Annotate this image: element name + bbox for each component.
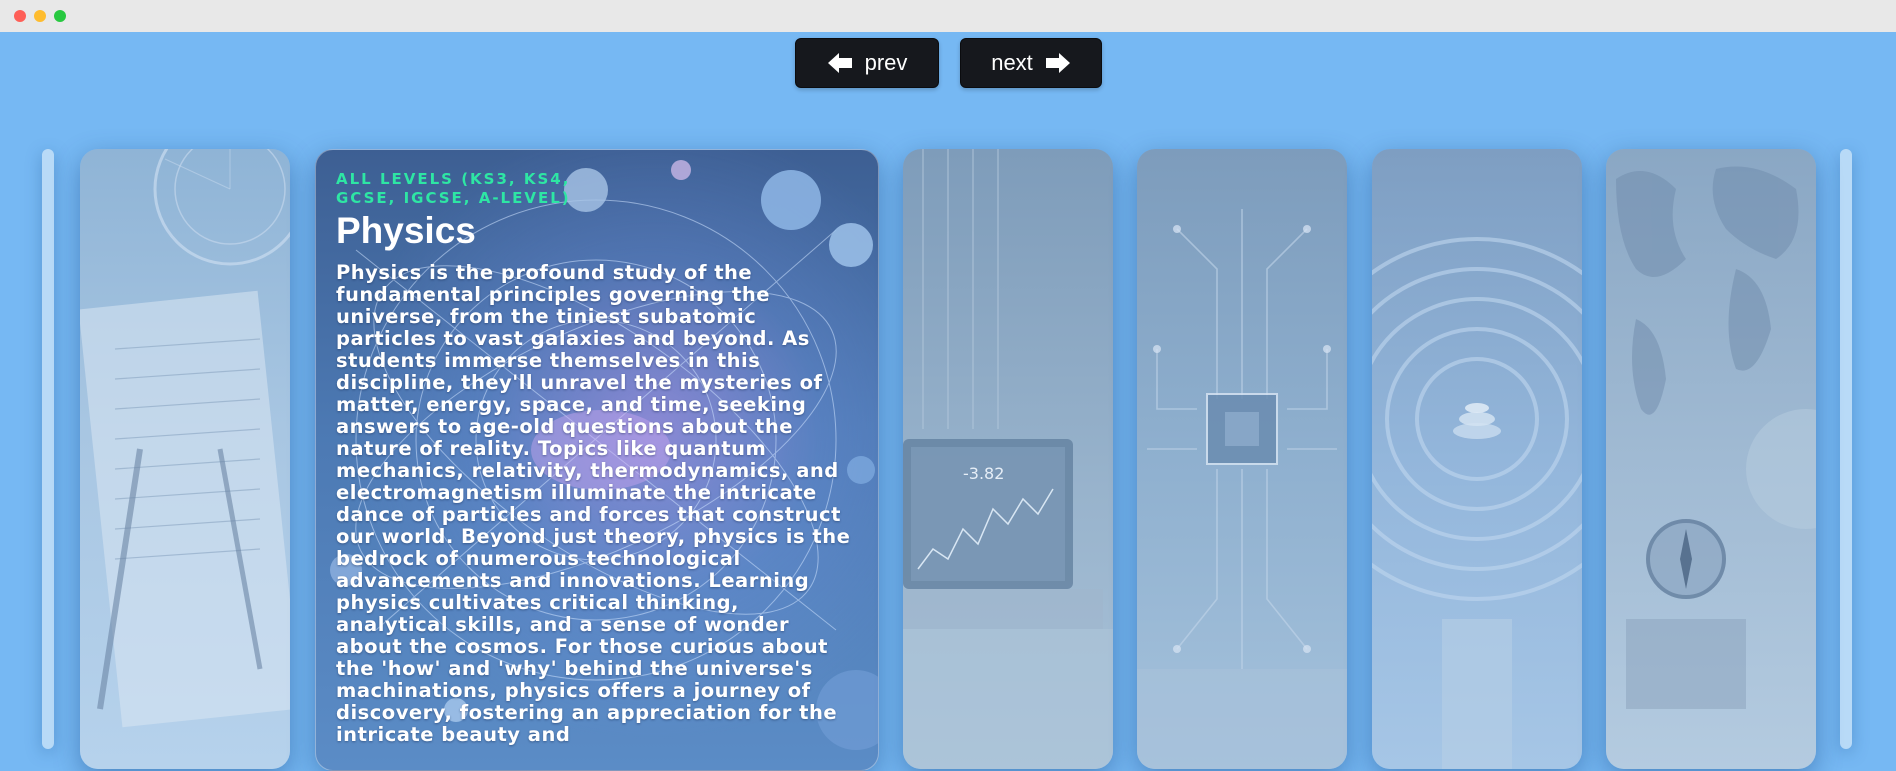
arrow-left-icon bbox=[827, 53, 852, 73]
next-label: next bbox=[991, 50, 1033, 75]
prev-button[interactable]: prev bbox=[795, 38, 939, 88]
course-levels: ALL LEVELS (KS3, KS4, GCSE, IGCSE, A-LEV… bbox=[336, 170, 571, 207]
maximize-window-button[interactable] bbox=[54, 10, 66, 22]
course-card-mathematics[interactable] bbox=[80, 149, 290, 769]
carousel-edge-right bbox=[1840, 149, 1852, 749]
physics-card-content: ALL LEVELS (KS3, KS4, GCSE, IGCSE, A-LEV… bbox=[336, 170, 856, 746]
maze-image bbox=[1372, 237, 1582, 769]
course-title: Physics bbox=[336, 210, 476, 251]
window-titlebar bbox=[0, 0, 1896, 32]
arrow-right-icon bbox=[1045, 53, 1070, 73]
course-card-geography[interactable] bbox=[1606, 149, 1816, 769]
chart-readout: -3.82 bbox=[963, 464, 1004, 483]
world-map-image bbox=[1616, 166, 1816, 709]
course-card-physics[interactable]: ALL LEVELS (KS3, KS4, GCSE, IGCSE, A-LEV… bbox=[315, 149, 879, 771]
next-button[interactable]: next bbox=[960, 38, 1102, 88]
course-card-economics[interactable]: -3.82 bbox=[903, 149, 1113, 769]
math-notebook-image bbox=[80, 149, 290, 728]
carousel-edge-left bbox=[42, 149, 54, 749]
course-card-psychology[interactable] bbox=[1372, 149, 1582, 769]
circuit-board-image bbox=[1137, 209, 1347, 769]
prev-label: prev bbox=[864, 50, 908, 75]
course-card-computer-science[interactable] bbox=[1137, 149, 1347, 769]
close-window-button[interactable] bbox=[14, 10, 26, 22]
laptop-chart-image: -3.82 bbox=[903, 149, 1113, 769]
minimize-window-button[interactable] bbox=[34, 10, 46, 22]
course-description: Physics is the profound study of the fun… bbox=[336, 261, 851, 746]
